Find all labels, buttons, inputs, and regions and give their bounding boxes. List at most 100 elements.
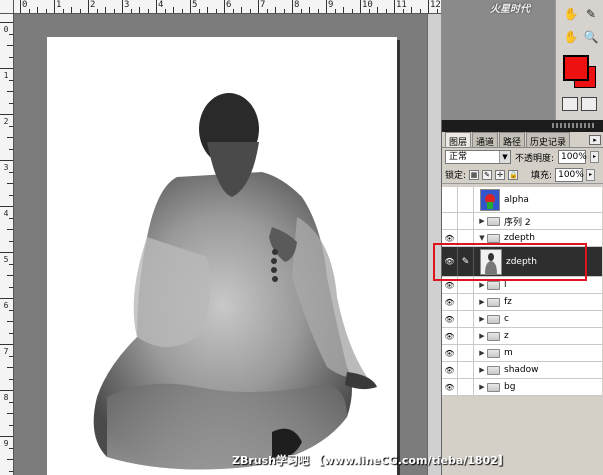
ruler-tick	[7, 137, 13, 138]
lock-transparent-icon[interactable]: ▦	[469, 169, 480, 180]
link-toggle[interactable]	[458, 294, 474, 310]
ruler-tick	[343, 7, 344, 13]
blend-mode-select[interactable]: 正常 ▼	[445, 150, 511, 164]
ruler-tick	[113, 9, 115, 13]
bottom-watermark: ZBrush学习吧 【www.lineCG.com/tieba/1802】	[232, 454, 509, 467]
triangle-right-icon[interactable]: ▶	[477, 332, 487, 340]
ruler-tick	[7, 275, 13, 276]
link-toggle[interactable]	[458, 213, 474, 229]
ruler-tick	[385, 9, 387, 13]
lock-image-icon[interactable]: ✎	[482, 169, 493, 180]
eye-icon[interactable]: 👁	[442, 379, 458, 395]
layer-name: l	[504, 280, 507, 290]
lock-all-icon[interactable]: 🔒	[508, 169, 519, 180]
layer-name: z	[504, 331, 509, 341]
ruler-tick	[156, 0, 157, 13]
ruler-tick	[9, 378, 13, 380]
standard-mode-button[interactable]	[562, 97, 578, 111]
ruler-tick	[7, 459, 13, 460]
foreground-color-swatch[interactable]	[563, 55, 589, 81]
layer-row-group[interactable]: 👁 ▶ c	[442, 311, 602, 328]
triangle-right-icon[interactable]: ▶	[477, 366, 487, 374]
panel-menu-icon[interactable]: ▸	[589, 135, 601, 145]
ruler-top-label: 4	[158, 0, 164, 10]
link-toggle[interactable]	[458, 362, 474, 378]
ruler-top-label: 3	[124, 0, 130, 10]
link-toggle[interactable]	[458, 345, 474, 361]
panel-titlebar[interactable]	[442, 120, 603, 132]
ruler-top-label: 6	[226, 0, 232, 10]
ruler-tick	[377, 7, 378, 13]
ruler-tick	[181, 9, 183, 13]
fill-input[interactable]: 100%	[555, 167, 584, 182]
triangle-right-icon[interactable]: ▶	[477, 281, 487, 289]
hand-icon[interactable]: ✋	[562, 5, 580, 23]
ruler-tick	[266, 9, 268, 13]
ruler-tick	[0, 68, 13, 69]
eyedropper-icon[interactable]: ✎	[582, 5, 600, 23]
ruler-tick	[292, 0, 293, 13]
eye-icon[interactable]: 👁	[442, 328, 458, 344]
triangle-right-icon[interactable]: ▶	[477, 349, 487, 357]
top-logo-watermark: 火星时代	[490, 4, 530, 14]
ruler-top[interactable]: 0 1 2 3 4 5 6 7 8 9 10 11 12	[14, 0, 441, 14]
link-toggle[interactable]	[458, 187, 474, 212]
panel-grip[interactable]	[552, 123, 596, 128]
link-toggle[interactable]	[458, 379, 474, 395]
ruler-tick	[71, 7, 72, 13]
layer-name: fz	[504, 297, 512, 307]
ruler-left[interactable]: 0123456789	[0, 14, 14, 475]
link-toggle[interactable]	[458, 328, 474, 344]
tab-channels[interactable]: 通道	[472, 132, 499, 148]
eye-icon[interactable]: 👁	[442, 311, 458, 327]
zoom-tool-icon[interactable]: 🔍	[582, 28, 600, 46]
triangle-right-icon[interactable]: ▶	[477, 383, 487, 391]
quickmask-mode-button[interactable]	[581, 97, 597, 111]
ruler-tick	[428, 0, 429, 13]
document-canvas[interactable]	[47, 37, 397, 475]
tab-paths[interactable]: 路径	[499, 132, 526, 148]
ruler-top-label: 9	[328, 0, 334, 10]
tab-layers[interactable]: 图层	[445, 132, 472, 148]
triangle-down-icon[interactable]: ▼	[477, 234, 487, 242]
ruler-tick	[283, 9, 285, 13]
eye-icon[interactable]: 👁	[442, 345, 458, 361]
tab-history[interactable]: 历史记录	[526, 132, 571, 148]
lock-position-icon[interactable]: ✛	[495, 169, 506, 180]
triangle-right-icon[interactable]: ▶	[477, 298, 487, 306]
ruler-tick	[79, 9, 81, 13]
triangle-right-icon[interactable]: ▶	[477, 315, 487, 323]
triangle-right-icon[interactable]: ▶	[477, 217, 487, 225]
ruler-tick	[7, 91, 13, 92]
layer-row-group[interactable]: 👁 ▶ fz	[442, 294, 602, 311]
layer-row-group[interactable]: 👁 ▶ z	[442, 328, 602, 345]
visibility-toggle[interactable]	[442, 187, 458, 212]
ruler-tick	[411, 7, 412, 13]
visibility-toggle[interactable]	[442, 213, 458, 229]
layer-row-group[interactable]: 👁 ▶ m	[442, 345, 602, 362]
folder-icon	[487, 297, 500, 307]
ruler-tick	[0, 344, 13, 345]
ruler-tick	[9, 240, 13, 242]
opacity-input[interactable]: 100%	[558, 150, 587, 164]
ruler-tick	[0, 390, 13, 391]
ruler-tick	[207, 7, 208, 13]
layer-row-group[interactable]: ▶ 序列 2	[442, 213, 602, 230]
fill-arrow-icon[interactable]: ▸	[586, 168, 596, 181]
ruler-tick	[130, 9, 132, 13]
eye-icon[interactable]: 👁	[442, 294, 458, 310]
ruler-tick	[419, 9, 421, 13]
lock-row: 锁定: ▦ ✎ ✛ 🔒 填充: 100% ▸	[442, 166, 603, 184]
layer-row-group[interactable]: 👁 ▶ shadow	[442, 362, 602, 379]
opacity-arrow-icon[interactable]: ▸	[590, 151, 600, 163]
alpha-thumbnail-image	[481, 189, 499, 210]
ruler-tick	[394, 0, 395, 13]
layer-row-group[interactable]: 👁 ▶ bg	[442, 379, 602, 396]
layer-row-alpha[interactable]: alpha	[442, 187, 602, 213]
ruler-tick	[360, 0, 361, 13]
eye-icon[interactable]: 👁	[442, 362, 458, 378]
hand-tool-icon[interactable]: ✋	[562, 28, 580, 46]
blend-mode-value: 正常	[449, 152, 468, 162]
folder-icon	[487, 382, 500, 392]
link-toggle[interactable]	[458, 311, 474, 327]
